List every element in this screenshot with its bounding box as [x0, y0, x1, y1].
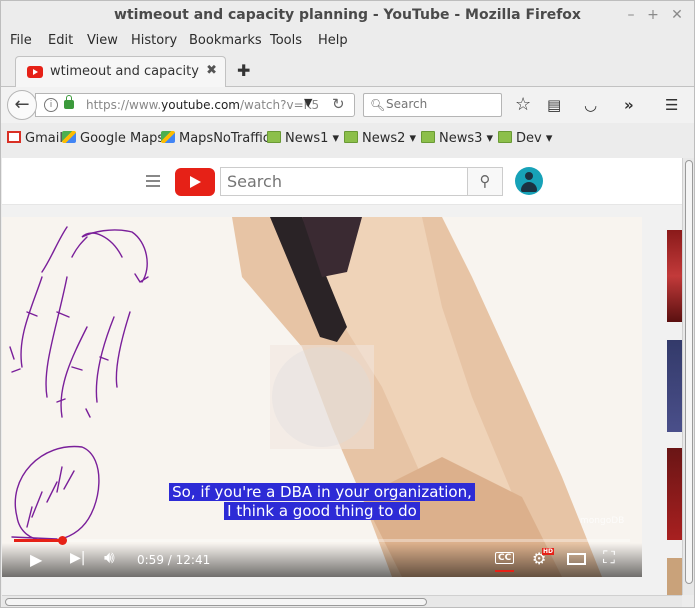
- youtube-logo[interactable]: [175, 168, 215, 196]
- progress-bar[interactable]: [14, 536, 630, 545]
- menu-help[interactable]: Help: [318, 33, 348, 48]
- url-dropdown-icon[interactable]: ▼: [304, 96, 312, 109]
- bookmark-folder-news1[interactable]: News1 ▾: [267, 131, 339, 146]
- maps-icon: [62, 131, 76, 143]
- menu-bar: File Edit View History Bookmarks Tools H…: [1, 31, 694, 53]
- back-arrow-icon: ←: [14, 94, 30, 115]
- bookmark-google-maps[interactable]: Google Maps: [62, 131, 164, 146]
- youtube-search-button[interactable]: ⚲: [467, 167, 503, 196]
- bookmark-gmail[interactable]: Gmail: [7, 131, 63, 146]
- volume-icon[interactable]: 🔊︎: [104, 548, 115, 568]
- new-tab-button[interactable]: ✚: [237, 61, 250, 80]
- close-window-button[interactable]: ✕: [667, 5, 687, 25]
- tab-youtube[interactable]: wtimeout and capacity pl... ✖: [15, 56, 226, 87]
- tab-strip: wtimeout and capacity pl... ✖ ✚: [1, 53, 694, 87]
- folder-icon: [421, 131, 435, 143]
- guide-menu-icon[interactable]: [146, 175, 160, 187]
- page-content: ⚲: [2, 158, 682, 595]
- caption-line-1: So, if you're a DBA in your organization…: [2, 483, 642, 501]
- maximize-button[interactable]: +: [643, 5, 663, 25]
- youtube-search-box[interactable]: [220, 167, 468, 196]
- related-video-thumbnail[interactable]: [667, 340, 682, 432]
- youtube-search-input[interactable]: [227, 172, 457, 191]
- menu-view[interactable]: View: [87, 33, 118, 48]
- search-icon: ⚲: [479, 172, 491, 190]
- reload-icon[interactable]: ↻: [332, 95, 345, 113]
- firefox-window: wtimeout and capacity planning - YouTube…: [0, 0, 695, 608]
- search-icon: 🔍︎: [370, 98, 386, 112]
- youtube-favicon-icon: [27, 66, 43, 78]
- menu-bookmarks[interactable]: Bookmarks: [189, 33, 262, 48]
- youtube-header: ⚲: [2, 158, 682, 205]
- bookmark-mapsnotraffic[interactable]: MapsNoTraffic: [161, 131, 270, 146]
- caption-line-2: I think a good thing to do: [2, 502, 642, 520]
- time-display: 0:59 / 12:41: [137, 553, 211, 567]
- tab-title: wtimeout and capacity pl...: [50, 64, 200, 79]
- captions-active-indicator: [495, 570, 514, 572]
- title-bar: wtimeout and capacity planning - YouTube…: [1, 1, 694, 31]
- bookmarks-bar: Gmail Google Maps MapsNoTraffic News1 ▾ …: [1, 127, 694, 153]
- menu-edit[interactable]: Edit: [48, 33, 73, 48]
- browser-search-bar[interactable]: 🔍︎: [363, 93, 502, 117]
- fullscreen-icon[interactable]: ⛶: [603, 548, 615, 568]
- gmail-icon: [7, 131, 21, 143]
- window-title: wtimeout and capacity planning - YouTube…: [114, 7, 581, 23]
- lock-icon[interactable]: [64, 95, 74, 109]
- url-text: https://www.youtube.com/watch?v=K5: [86, 98, 320, 112]
- video-player[interactable]: mongoDB So, if you're a DBA in your orga…: [2, 217, 642, 577]
- bookmark-folder-news3[interactable]: News3 ▾: [421, 131, 493, 146]
- next-button[interactable]: ▶|: [70, 550, 85, 566]
- vertical-scroll-thumb[interactable]: [685, 160, 693, 584]
- horizontal-scroll-thumb[interactable]: [5, 598, 427, 606]
- related-video-thumbnail[interactable]: [667, 230, 682, 322]
- back-button[interactable]: ←: [7, 90, 37, 120]
- folder-icon: [498, 131, 512, 143]
- overflow-icon[interactable]: »: [624, 96, 634, 114]
- hamburger-menu-icon[interactable]: ☰: [665, 96, 678, 114]
- scrubber-handle[interactable]: [58, 536, 68, 545]
- bookmark-star-icon[interactable]: ☆: [515, 94, 531, 115]
- play-button[interactable]: ▶: [30, 550, 42, 569]
- minimize-button[interactable]: –: [621, 5, 641, 25]
- related-video-thumbnail[interactable]: [667, 448, 682, 540]
- url-bar[interactable]: i https://www.youtube.com/watch?v=K5 ▼ ↻: [35, 93, 355, 117]
- hd-badge: HD: [542, 548, 555, 555]
- maps-icon: [161, 131, 175, 143]
- horizontal-scrollbar[interactable]: [2, 595, 682, 607]
- video-frame: mongoDB: [2, 217, 642, 577]
- navigation-bar: i https://www.youtube.com/watch?v=K5 ▼ ↻…: [1, 87, 694, 123]
- pocket-icon[interactable]: ◡: [584, 96, 597, 114]
- info-icon[interactable]: i: [44, 98, 58, 112]
- folder-icon: [344, 131, 358, 143]
- menu-tools[interactable]: Tools: [270, 33, 302, 48]
- theater-mode-icon[interactable]: [567, 553, 586, 565]
- tab-close-icon[interactable]: ✖: [206, 63, 217, 78]
- menu-history[interactable]: History: [131, 33, 177, 48]
- captions-button[interactable]: CC: [495, 552, 515, 564]
- bookmark-folder-news2[interactable]: News2 ▾: [344, 131, 416, 146]
- menu-file[interactable]: File: [10, 33, 32, 48]
- vertical-scrollbar[interactable]: [682, 158, 694, 595]
- player-controls: ▶ ▶| 🔊︎ 0:59 / 12:41 CC ⚙ HD ⛶: [2, 543, 642, 577]
- related-video-thumbnail[interactable]: [667, 558, 682, 595]
- reading-list-icon[interactable]: ▤: [547, 96, 561, 114]
- avatar[interactable]: [515, 167, 543, 195]
- progress-played: [14, 539, 63, 542]
- browser-search-input[interactable]: [386, 97, 496, 111]
- bookmark-folder-dev[interactable]: Dev ▾: [498, 131, 552, 146]
- folder-icon: [267, 131, 281, 143]
